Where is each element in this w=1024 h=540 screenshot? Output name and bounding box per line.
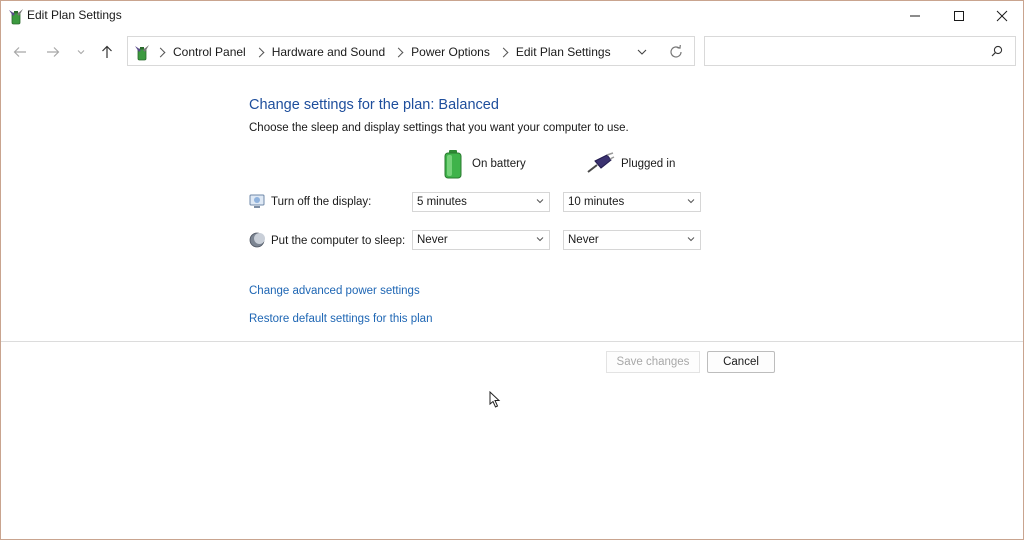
display-plugged-in-select[interactable]: 10 minutes <box>563 192 701 212</box>
display-icon <box>249 194 265 208</box>
column-label-on-battery: On battery <box>472 158 526 170</box>
sleep-on-battery-select[interactable]: Never <box>412 230 550 250</box>
arrow-right-icon <box>47 47 60 57</box>
power-options-icon <box>135 45 149 61</box>
search-icon <box>991 45 1003 57</box>
display-on-battery-value: 5 minutes <box>417 196 467 208</box>
close-button[interactable] <box>979 1 1023 31</box>
breadcrumb-edit-plan-settings[interactable]: Edit Plan Settings <box>516 45 611 59</box>
display-plugged-in-value: 10 minutes <box>568 196 625 208</box>
breadcrumb-power-options[interactable]: Power Options <box>411 45 490 59</box>
restore-defaults-link[interactable]: Restore default settings for this plan <box>249 313 432 325</box>
chevron-down-icon <box>687 199 695 204</box>
breadcrumb: Control Panel Hardware and Sound Power O… <box>155 45 611 59</box>
breadcrumb-hardware-and-sound[interactable]: Hardware and Sound <box>272 45 385 59</box>
chevron-down-icon <box>637 49 647 55</box>
breadcrumb-separator-icon <box>393 47 404 57</box>
minimize-icon <box>910 15 920 17</box>
sleep-label: Put the computer to sleep: <box>271 235 406 247</box>
search-input[interactable] <box>711 42 985 62</box>
cancel-button[interactable]: Cancel <box>707 351 775 373</box>
navigation-bar: Control Panel Hardware and Sound Power O… <box>1 35 1023 69</box>
column-header-plugged-in: Plugged in <box>585 149 675 179</box>
edit-plan-settings-window: Edit Plan Settings Control Panel Hardwar… <box>0 0 1024 540</box>
refresh-icon[interactable] <box>668 44 684 60</box>
chevron-down-icon <box>536 237 544 242</box>
battery-icon <box>444 150 462 179</box>
power-options-icon <box>9 9 23 25</box>
breadcrumb-separator-icon <box>498 47 509 57</box>
window-title: Edit Plan Settings <box>27 8 122 22</box>
maximize-icon <box>954 11 964 21</box>
back-button[interactable] <box>10 43 30 61</box>
column-header-on-battery: On battery <box>442 149 526 179</box>
chevron-down-icon <box>536 199 544 204</box>
chevron-down-icon <box>687 237 695 242</box>
up-button[interactable] <box>97 43 117 61</box>
sleep-on-battery-value: Never <box>417 234 448 246</box>
power-plug-icon <box>587 152 615 173</box>
breadcrumb-separator-icon <box>254 47 265 57</box>
address-bar[interactable]: Control Panel Hardware and Sound Power O… <box>127 36 695 66</box>
close-icon <box>996 10 1008 22</box>
turn-off-display-label: Turn off the display: <box>271 196 372 208</box>
arrow-up-icon <box>102 45 112 58</box>
breadcrumb-control-panel[interactable]: Control Panel <box>173 45 246 59</box>
page-title: Change settings for the plan: Balanced <box>249 97 499 113</box>
minimize-button[interactable] <box>892 1 938 31</box>
display-on-battery-select[interactable]: 5 minutes <box>412 192 550 212</box>
breadcrumb-separator-icon <box>155 47 166 57</box>
mouse-pointer-icon <box>489 391 501 408</box>
forward-button[interactable] <box>43 43 63 61</box>
divider <box>1 341 1023 342</box>
sleep-moon-icon <box>249 232 265 248</box>
maximize-button[interactable] <box>936 1 982 31</box>
recent-locations-button[interactable] <box>71 43 91 61</box>
search-box[interactable] <box>704 36 1016 66</box>
advanced-power-settings-link[interactable]: Change advanced power settings <box>249 285 420 297</box>
chevron-down-icon <box>77 50 85 55</box>
sleep-plugged-in-select[interactable]: Never <box>563 230 701 250</box>
title-bar: Edit Plan Settings <box>1 1 1023 31</box>
column-label-plugged-in: Plugged in <box>621 158 676 170</box>
arrow-left-icon <box>13 47 26 57</box>
page-description: Choose the sleep and display settings th… <box>249 122 629 134</box>
address-history-dropdown[interactable] <box>634 45 650 59</box>
sleep-plugged-in-value: Never <box>568 234 599 246</box>
save-changes-button[interactable]: Save changes <box>606 351 700 373</box>
